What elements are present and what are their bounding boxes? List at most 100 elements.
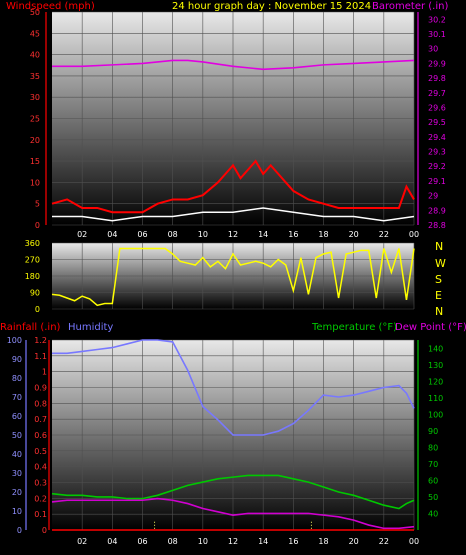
baro-tick-label: 29: [428, 192, 438, 201]
dir-tick-label: 270: [25, 256, 40, 265]
wind-x-tick: 18: [318, 230, 328, 239]
wind-tick-label: 5: [35, 200, 40, 209]
wind-x-tick: 12: [228, 230, 238, 239]
wind-tick-label: 20: [30, 136, 40, 145]
wind-tick-label: 0: [35, 221, 40, 230]
temp-x-tick: 06: [137, 537, 147, 546]
humidity-tick-label: 10: [12, 507, 22, 516]
temp-tick-label: 110: [428, 394, 443, 403]
wind-tick-label: 25: [30, 115, 40, 124]
wind-x-tick: 20: [349, 230, 359, 239]
temp-x-tick: 08: [168, 537, 178, 546]
temp-tick-label: 80: [428, 443, 438, 452]
temp-x-tick: 18: [318, 537, 328, 546]
humidity-tick-label: 30: [12, 469, 22, 478]
baro-tick-label: 29.3: [428, 148, 446, 157]
humidity-tick-label: 20: [12, 488, 22, 497]
temperature-axis-title: Temperature (°F): [311, 322, 397, 333]
rain-tick-label: 0.4: [34, 463, 47, 472]
baro-tick-label: 28.9: [428, 206, 446, 215]
temp-tick-label: 120: [428, 377, 443, 386]
baro-tick-label: 29.9: [428, 59, 446, 68]
temp-x-tick: 16: [288, 537, 298, 546]
humidity-tick-label: 90: [12, 355, 22, 364]
baro-tick-label: 29.2: [428, 162, 446, 171]
wind-x-tick: 16: [288, 230, 298, 239]
baro-tick-label: 29.8: [428, 74, 446, 83]
temp-tick-label: 100: [428, 410, 443, 419]
temp-x-tick: 12: [228, 537, 238, 546]
rain-tick-label: 0.7: [34, 415, 47, 424]
humidity-tick-label: 50: [12, 431, 22, 440]
wind-tick-label: 10: [30, 178, 40, 187]
windspeed-axis-title: Windspeed (mph): [6, 1, 95, 12]
baro-tick-label: 29.5: [428, 118, 446, 127]
wind-x-tick: 04: [107, 230, 117, 239]
dewpoint-axis-title: Dew Point (°F): [395, 322, 466, 333]
rain-tick-label: 0.9: [34, 384, 47, 393]
temp-tick-label: 40: [428, 509, 438, 518]
dir-tick-label: 180: [25, 272, 40, 281]
barometer-axis-title: Barometer (.in): [372, 1, 448, 12]
baro-tick-label: 30.1: [428, 30, 446, 39]
humidity-tick-label: 60: [12, 412, 22, 421]
dir-label-w: W: [435, 257, 446, 270]
wind-tick-label: 35: [30, 72, 40, 81]
temp-tick-label: 90: [428, 427, 438, 436]
rain-tick-label: 0.8: [34, 399, 47, 408]
humidity-tick-label: 0: [17, 526, 22, 535]
baro-tick-label: 28.8: [428, 221, 446, 230]
baro-tick-label: 29.1: [428, 177, 446, 186]
rain-tick-label: 1.2: [34, 336, 47, 345]
temp-x-tick: 02: [77, 537, 87, 546]
temp-x-tick: 00: [409, 537, 419, 546]
temp-x-tick: 04: [107, 537, 117, 546]
temp-tick-label: 70: [428, 460, 438, 469]
rain-tick-label: 0.5: [34, 447, 47, 456]
baro-tick-label: 29.6: [428, 103, 446, 112]
humidity-tick-label: 70: [12, 393, 22, 402]
rain-tick-label: 0.1: [34, 510, 47, 519]
temp-tick-label: 140: [428, 344, 443, 353]
humidity-tick-label: 40: [12, 450, 22, 459]
baro-tick-label: 29.4: [428, 133, 446, 142]
wind-x-tick: 14: [258, 230, 268, 239]
wind-x-tick: 00: [409, 230, 419, 239]
temp-tick-label: 60: [428, 476, 438, 485]
baro-tick-label: 30: [428, 45, 438, 54]
wind-x-tick: 06: [137, 230, 147, 239]
temp-x-tick: 20: [349, 537, 359, 546]
temp-tick-label: 130: [428, 361, 443, 370]
baro-tick-label: 30.2: [428, 15, 446, 24]
rain-tick-label: 0: [42, 526, 47, 535]
temp-x-tick: 22: [379, 537, 389, 546]
rainfall-axis-title: Rainfall (.in): [0, 322, 61, 333]
wind-x-tick: 08: [168, 230, 178, 239]
rain-tick-label: 1: [42, 368, 47, 377]
temp-x-tick: 14: [258, 537, 268, 546]
chart-title: 24 hour graph day : November 15 2024: [172, 1, 371, 12]
dir-label-n-bottom: N: [435, 305, 443, 318]
dir-label-s: S: [435, 273, 442, 286]
baro-tick-label: 29.7: [428, 89, 446, 98]
wind-tick-label: 15: [30, 157, 40, 166]
dir-label-n-top: N: [435, 240, 443, 253]
dir-tick-label: 0: [35, 305, 40, 314]
rain-tick-label: 0.2: [34, 494, 47, 503]
weather-graph: 0510152025303540455028.828.92929.129.229…: [0, 1, 466, 546]
wind-x-tick: 10: [198, 230, 208, 239]
wind-tick-label: 45: [30, 29, 40, 38]
humidity-tick-label: 100: [7, 336, 22, 345]
wind-tick-label: 40: [30, 51, 40, 60]
dir-tick-label: 90: [30, 289, 40, 298]
dir-label-e: E: [435, 289, 442, 302]
humidity-axis-title: Humidity: [68, 322, 113, 333]
dir-tick-label: 360: [25, 239, 40, 248]
temp-tick-label: 50: [428, 493, 438, 502]
humidity-tick-label: 80: [12, 374, 22, 383]
wind-x-tick: 22: [379, 230, 389, 239]
rain-tick-label: 0.3: [34, 479, 47, 488]
rain-tick-label: 1.1: [34, 352, 47, 361]
wind-x-tick: 02: [77, 230, 87, 239]
temp-x-tick: 10: [198, 537, 208, 546]
